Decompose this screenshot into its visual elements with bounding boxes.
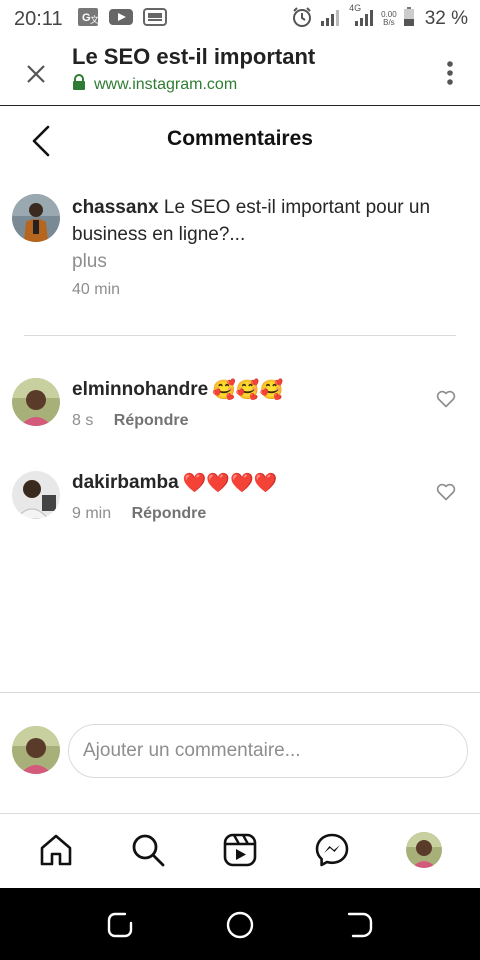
comment-time: 8 s	[72, 412, 94, 429]
translate-icon: G文	[77, 7, 99, 32]
youtube-icon	[108, 8, 133, 31]
status-time: 20:11	[14, 7, 63, 30]
recent-apps-icon[interactable]	[105, 910, 135, 940]
status-bar: 20:11 G文 4G 0.00 B/s 32 %	[0, 0, 480, 38]
page-title: Le SEO est-il important	[72, 44, 316, 69]
comment-composer	[12, 724, 468, 778]
avatar[interactable]	[12, 471, 60, 519]
comment-text: dakirbamba ❤️❤️❤️❤️	[72, 471, 277, 495]
caption-username[interactable]: chassanx	[72, 197, 159, 218]
reply-button[interactable]: Répondre	[132, 505, 207, 522]
comment-meta: 9 min Répondre	[72, 505, 206, 523]
url-row: www.instagram.com	[72, 74, 237, 95]
app-badge-icon	[142, 7, 167, 32]
battery-percent: 32 %	[424, 8, 468, 29]
bottom-nav	[0, 814, 480, 888]
profile-avatar[interactable]	[406, 832, 442, 868]
svg-text:文: 文	[90, 14, 99, 25]
composer-divider	[0, 692, 480, 693]
comment-text: elminnohandre 🥰🥰🥰	[72, 378, 283, 402]
signal-4g-icon: 4G	[349, 3, 375, 32]
header-title: Commentaires	[167, 127, 313, 150]
like-heart-icon[interactable]	[436, 390, 456, 408]
battery-icon	[403, 6, 415, 32]
caption-text: chassanx Le SEO est-il important pour un…	[72, 194, 468, 275]
comment-input[interactable]	[68, 724, 468, 778]
reels-icon[interactable]	[222, 832, 258, 868]
divider	[24, 335, 456, 336]
net-speed: 0.00 B/s	[381, 10, 397, 27]
comment-username[interactable]: dakirbamba	[72, 472, 179, 494]
network-type: 4G	[349, 2, 362, 13]
avatar	[12, 726, 60, 774]
messenger-icon[interactable]	[314, 832, 350, 868]
like-heart-icon[interactable]	[436, 483, 456, 501]
comment-meta: 8 s Répondre	[72, 412, 188, 430]
comment-emoji: 🥰🥰🥰	[212, 380, 284, 401]
reply-button[interactable]: Répondre	[114, 412, 189, 429]
avatar[interactable]	[12, 194, 60, 242]
url-text: www.instagram.com	[94, 75, 238, 93]
custom-tab-bar: Le SEO est-il important www.instagram.co…	[0, 38, 480, 106]
comment-emoji: ❤️❤️❤️❤️	[182, 473, 278, 494]
back-button-icon[interactable]	[345, 910, 375, 940]
avatar[interactable]	[12, 378, 60, 426]
system-nav-bar	[0, 888, 480, 960]
signal-icon	[319, 7, 343, 32]
home-icon[interactable]	[38, 832, 74, 868]
home-button-icon[interactable]	[225, 910, 255, 940]
comment-username[interactable]: elminnohandre	[72, 379, 208, 401]
alarm-icon	[291, 6, 313, 33]
more-options-icon[interactable]	[446, 60, 454, 88]
comment-time: 9 min	[72, 505, 112, 522]
search-icon[interactable]	[130, 832, 166, 868]
close-icon[interactable]	[22, 60, 50, 88]
comment-item: elminnohandre 🥰🥰🥰 8 s Répondre	[12, 378, 468, 438]
comment-item: dakirbamba ❤️❤️❤️❤️ 9 min Répondre	[12, 471, 468, 531]
more-link[interactable]: plus	[72, 248, 468, 275]
caption-time: 40 min	[72, 281, 121, 298]
comments-header: Commentaires	[0, 107, 480, 175]
lock-icon	[72, 74, 86, 95]
